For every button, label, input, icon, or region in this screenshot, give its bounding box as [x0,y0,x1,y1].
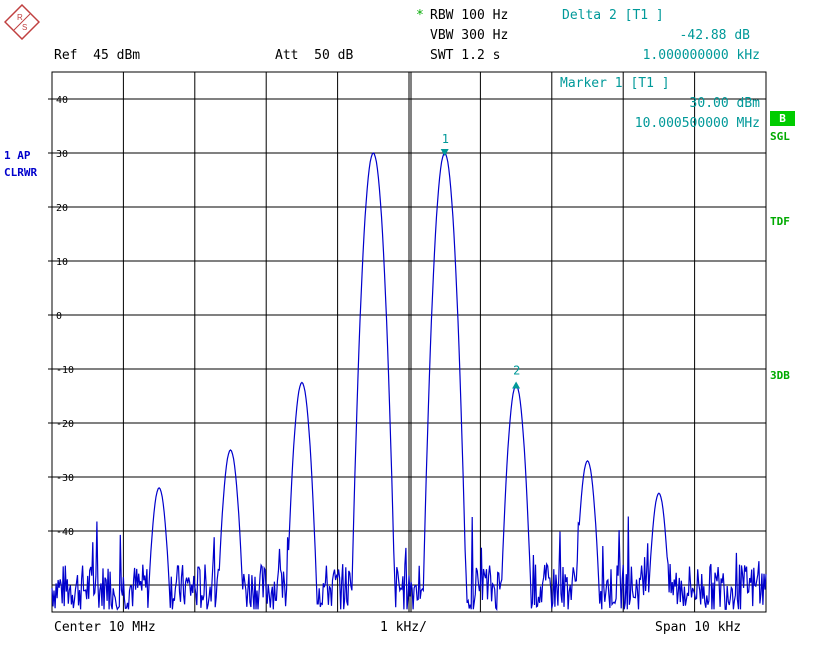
y-tick-label: 40 [56,95,68,106]
div-label: 1 kHz/ [380,620,427,635]
y-tick-label: -40 [56,527,74,538]
y-tick-label: 10 [56,257,68,268]
swt-label: SWT 1.2 s [430,48,501,63]
status-badge: B [770,111,795,126]
vbw-label: VBW 300 Hz [430,28,509,43]
marker-2-label: 2 [513,364,520,378]
marker-title: Marker 1 [T1 ] [560,76,670,91]
span-label: Span 10 kHz [655,620,742,635]
y-tick-label: -20 [56,419,74,430]
ref-level: Ref 45 dBm [54,48,141,63]
rbw-star: * [416,8,424,23]
delta-title: Delta 2 [T1 ] [562,8,664,23]
marker-value: 30.00 dBm [689,96,760,111]
trace-id: 1 AP [4,149,31,162]
y-tick-label: 30 [56,149,68,160]
svg-text:R: R [17,13,23,22]
attenuation: Att 50 dB [275,48,354,63]
delta-value: -42.88 dB [679,28,750,43]
logo-icon: R S [3,3,41,41]
svg-text:S: S [22,23,27,32]
y-tick-label: 0 [56,311,62,322]
y-tick-label: 20 [56,203,68,214]
delta-freq: 1.000000000 kHz [642,48,760,63]
y-tick-label: -30 [56,473,74,484]
marker-freq: 10.000500000 MHz [634,116,760,131]
tdf-label: TDF [770,215,790,228]
center-freq: Center 10 MHz [54,620,156,635]
marker-2-symbol [512,381,521,389]
marker-1-label: 1 [442,132,449,146]
rbw-label: RBW 100 Hz [430,8,509,23]
3db-label: 3DB [770,369,790,382]
y-tick-label: -10 [56,365,74,376]
grid [52,72,766,612]
trace-mode: CLRWR [4,166,38,179]
sgl-label: SGL [770,130,790,143]
